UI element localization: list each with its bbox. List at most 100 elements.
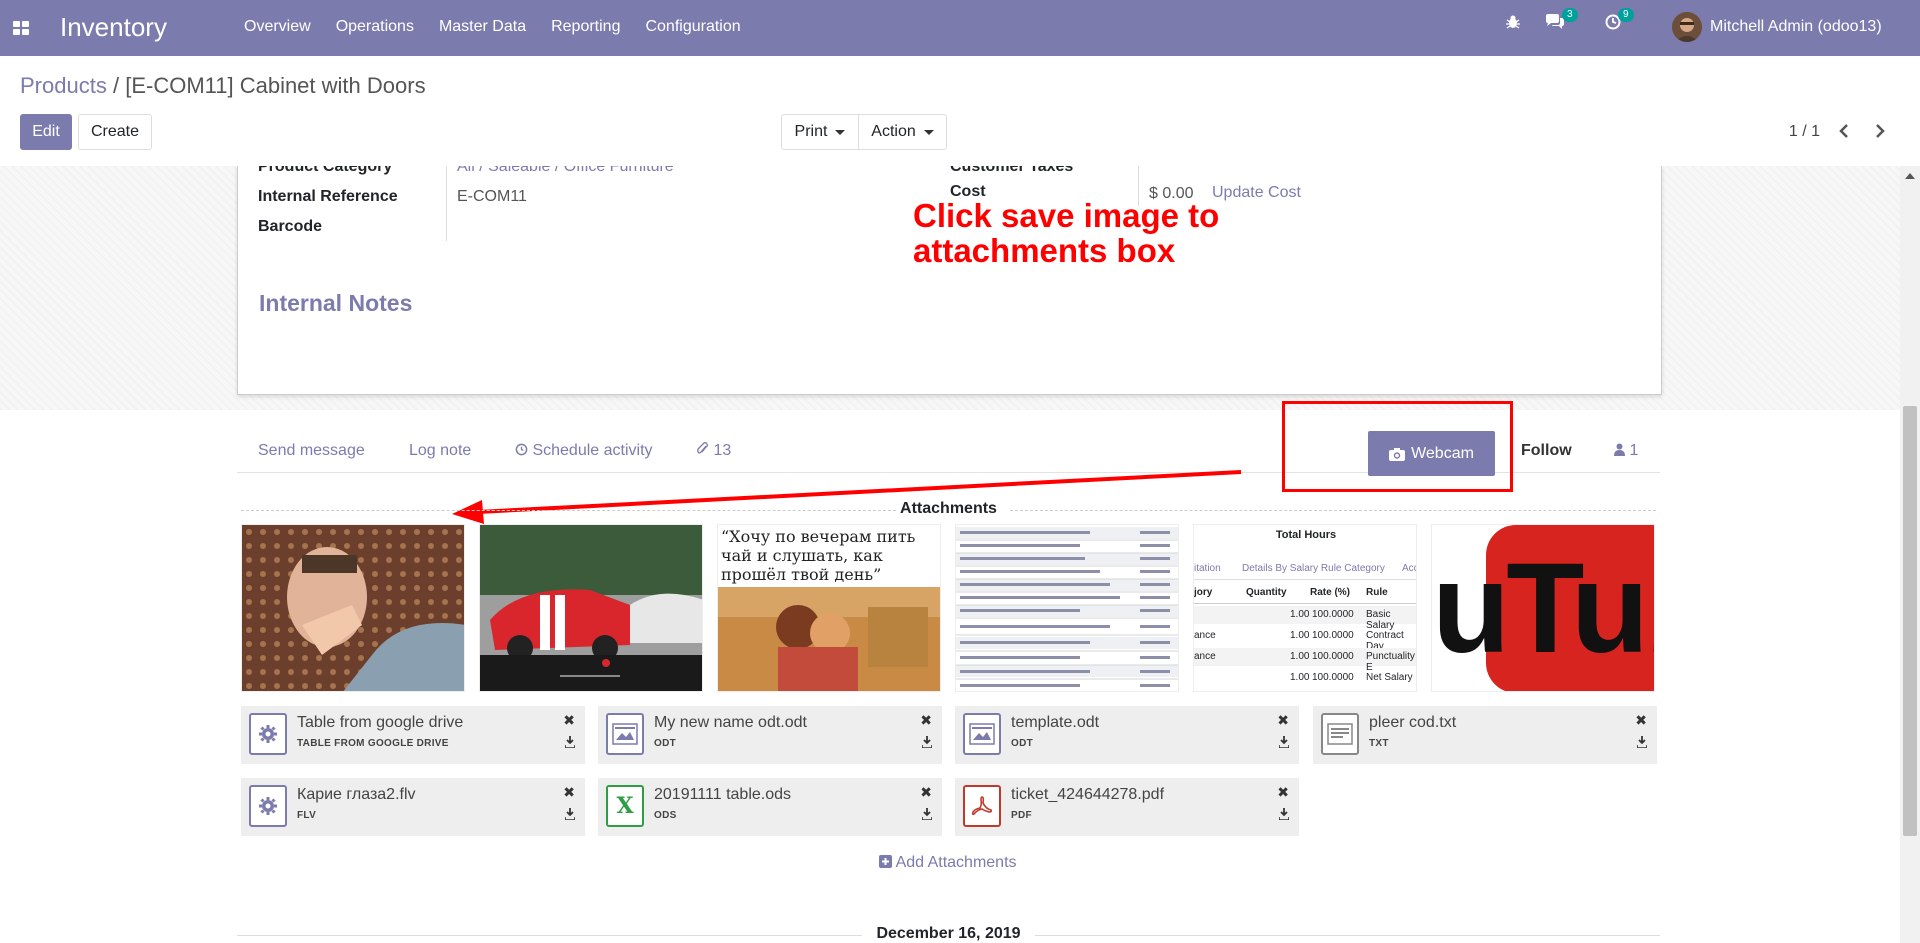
thumbnail-cell: ance: [1194, 630, 1216, 641]
attachment-thumbnail-webcam-photo[interactable]: [241, 524, 465, 692]
thumbnail-cell: 100.0000: [1312, 651, 1354, 662]
thumbnail-russian-text: “Хочу по вечерам пить чай и слушать, как…: [721, 527, 916, 584]
document-image-icon: [606, 713, 644, 755]
chevron-right-icon: [1876, 124, 1885, 138]
attachment-name: ticket_424644278.pdf: [1011, 786, 1165, 803]
attachment-type: FLV: [297, 810, 317, 821]
thumbnail-col: Rate (%): [1310, 587, 1351, 598]
delete-attachment-icon[interactable]: ✖: [1635, 712, 1647, 729]
attachment-type: PDF: [1011, 810, 1032, 821]
delete-attachment-icon[interactable]: ✖: [1277, 712, 1289, 729]
download-icon[interactable]: [565, 736, 575, 748]
edit-button[interactable]: Edit: [20, 114, 72, 150]
breadcrumb-products-link[interactable]: Products: [20, 73, 107, 98]
thumbnail-col: Rule: [1366, 587, 1388, 598]
apps-menu-icon[interactable]: [13, 21, 29, 35]
download-icon[interactable]: [922, 808, 932, 820]
date-separator: December 16, 2019: [876, 925, 1021, 942]
delete-attachment-icon[interactable]: ✖: [563, 784, 575, 801]
download-icon[interactable]: [922, 736, 932, 748]
thumbnail-cell: 1.00: [1290, 630, 1310, 641]
menu-master-data[interactable]: Master Data: [439, 18, 526, 36]
attachment-thumbnail-youtube-logo[interactable]: uTub: [1431, 524, 1655, 692]
pager-next-button[interactable]: [1874, 122, 1886, 145]
gear-icon: [249, 713, 287, 755]
app-title[interactable]: Inventory: [60, 12, 167, 43]
attachment-name: pleer cod.txt: [1369, 714, 1457, 731]
attachment-name: 20191111 table.ods: [654, 786, 792, 803]
attachment-type: ODT: [1011, 738, 1034, 749]
action-dropdown[interactable]: Action: [858, 114, 947, 150]
download-icon[interactable]: [1637, 736, 1647, 748]
print-dropdown[interactable]: Print: [781, 114, 859, 150]
attachment-card[interactable]: ticket_424644278.pdf PDF ✖: [955, 778, 1299, 836]
messages-menu[interactable]: 3: [1545, 8, 1578, 30]
menu-operations[interactable]: Operations: [336, 18, 414, 36]
delete-attachment-icon[interactable]: ✖: [1277, 784, 1289, 801]
attachment-card[interactable]: X 20191111 table.ods ODS ✖: [598, 778, 942, 836]
attachment-card[interactable]: Карие глаза2.flv FLV ✖: [241, 778, 585, 836]
thumbnail-tab-2: Details By Salary Rule Category: [1242, 563, 1385, 574]
thumbnail-youtube-text: uTub: [1432, 545, 1654, 673]
menu-configuration[interactable]: Configuration: [645, 18, 740, 36]
caret-down-icon: [835, 129, 846, 135]
attachment-thumbnail-red-car[interactable]: [479, 524, 703, 692]
attachment-thumbnail-total-hours[interactable]: Total Hours itation Details By Salary Ru…: [1193, 524, 1417, 692]
thumbnail-table-header: Total Hours: [1275, 529, 1337, 541]
attachment-name: My new name odt.odt: [654, 714, 807, 731]
attachment-thumbnail-illustration[interactable]: “Хочу по вечерам пить чай и слушать, как…: [717, 524, 941, 692]
chevron-left-icon: [1839, 124, 1848, 138]
thumbnail-cell: Net Salary: [1366, 672, 1413, 683]
attachment-card[interactable]: template.odt ODT ✖: [955, 706, 1299, 764]
thumbnail-cell: 100.0000: [1312, 609, 1354, 620]
gear-icon: [249, 785, 287, 827]
thumbnail-cell: 100.0000: [1312, 630, 1354, 641]
debug-bug-icon[interactable]: [1505, 14, 1521, 30]
menu-reporting[interactable]: Reporting: [551, 18, 620, 36]
thumbnail-col: Quantity: [1246, 587, 1287, 598]
thumbnail-tab-3: Acc: [1402, 563, 1416, 574]
caret-down-icon: [923, 129, 934, 135]
create-button[interactable]: Create: [78, 114, 152, 150]
thumbnail-cell: 1.00: [1290, 609, 1310, 620]
messages-count-badge: 3: [1562, 8, 1578, 22]
thumbnail-cell: 100.0000: [1312, 672, 1354, 683]
attachment-card[interactable]: Table from google drive TABLE FROM GOOGL…: [241, 706, 585, 764]
action-label: Action: [871, 123, 916, 140]
download-icon[interactable]: [1279, 736, 1289, 748]
activities-menu[interactable]: 9: [1605, 8, 1634, 30]
thumbnail-tab-1: itation: [1194, 563, 1221, 574]
add-attachments-label: Add Attachments: [895, 854, 1017, 871]
top-navbar: Inventory Overview Operations Master Dat…: [0, 0, 1920, 56]
attachment-name: Карие глаза2.flv: [297, 786, 416, 803]
breadcrumb: Products / [E-COM11] Cabinet with Doors: [20, 73, 426, 99]
add-attachments-button[interactable]: Add Attachments: [879, 854, 1017, 872]
scroll-up-icon[interactable]: [1905, 172, 1915, 180]
pager-previous-button[interactable]: [1838, 122, 1850, 145]
thumbnail-cell: ance: [1194, 651, 1216, 662]
download-icon[interactable]: [565, 808, 575, 820]
menu-overview[interactable]: Overview: [244, 18, 311, 36]
pager-value[interactable]: 1 / 1: [1789, 123, 1820, 141]
attachment-type: TXT: [1369, 738, 1389, 749]
user-avatar: [1672, 12, 1702, 42]
scrollbar-thumb[interactable]: [1903, 406, 1917, 836]
form-content: Product Category All / Saleable / Office…: [0, 166, 1900, 943]
attachment-type: ODS: [654, 810, 677, 821]
user-name: Mitchell Admin (odoo13): [1710, 18, 1882, 35]
pdf-icon: [963, 785, 1001, 827]
delete-attachment-icon[interactable]: ✖: [563, 712, 575, 729]
attachment-thumbnail-salary-list[interactable]: [955, 524, 1179, 692]
user-menu[interactable]: Mitchell Admin (odoo13): [1672, 12, 1882, 42]
document-image-icon: [963, 713, 1001, 755]
delete-attachment-icon[interactable]: ✖: [920, 712, 932, 729]
download-icon[interactable]: [1279, 808, 1289, 820]
attachment-card[interactable]: My new name odt.odt ODT ✖: [598, 706, 942, 764]
attachment-type: TABLE FROM GOOGLE DRIVE: [297, 738, 449, 749]
attachment-card[interactable]: pleer cod.txt TXT ✖: [1313, 706, 1657, 764]
spreadsheet-icon: X: [606, 785, 644, 827]
vertical-scrollbar[interactable]: [1900, 166, 1920, 943]
delete-attachment-icon[interactable]: ✖: [920, 784, 932, 801]
thumbnail-col: jory: [1194, 587, 1213, 598]
print-label: Print: [794, 123, 828, 140]
